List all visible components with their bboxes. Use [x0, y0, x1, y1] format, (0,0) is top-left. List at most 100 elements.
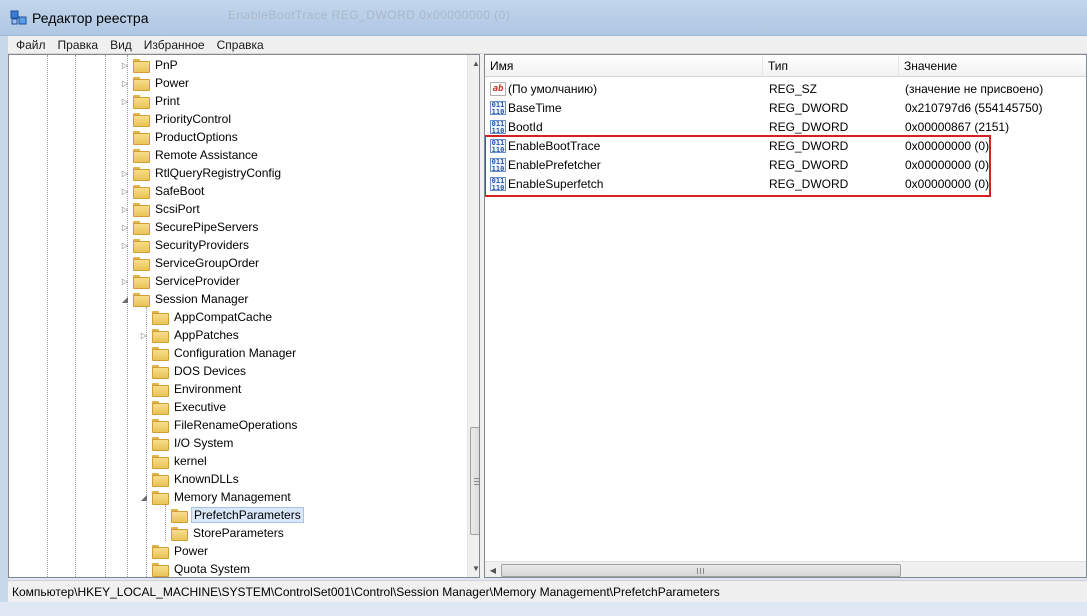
folder-icon	[133, 59, 150, 73]
tree-node[interactable]: ▷ SecurityProviders	[119, 236, 251, 254]
expand-arrow-icon[interactable]: ▷	[119, 205, 131, 214]
tree-node[interactable]: ▷ SecurePipeServers	[119, 218, 260, 236]
tree-node[interactable]: DOS Devices	[138, 362, 248, 380]
value-name: BaseTime	[508, 100, 562, 115]
tree-node[interactable]: kernel	[138, 452, 209, 470]
tree-node[interactable]: ◢ Session Manager	[119, 290, 250, 308]
value-row[interactable]: 011 110 EnablePrefetcher REG_DWORD 0x0000000…	[485, 155, 1086, 174]
value-row[interactable]: ab (По умолчанию) REG_SZ (значение не присв…	[485, 79, 1086, 98]
folder-icon	[152, 401, 169, 415]
tree-node[interactable]: ▷ ServiceProvider	[119, 272, 242, 290]
folder-icon	[133, 167, 150, 181]
scroll-up-icon[interactable]: ▲	[468, 55, 479, 72]
tree-node[interactable]: ▷ Print	[119, 92, 182, 110]
column-name[interactable]: Имя	[485, 55, 763, 77]
menu-help[interactable]: Справка	[211, 38, 270, 52]
tree-node[interactable]: ▷ AppPatches	[138, 326, 241, 344]
tree-node[interactable]: ▷ ScsiPort	[119, 200, 202, 218]
tree-node[interactable]: Quota System	[138, 560, 252, 577]
tree-scroll-thumb[interactable]	[470, 427, 479, 535]
tree-guide-line	[75, 55, 76, 577]
tree-node-label: Executive	[174, 400, 227, 414]
column-value[interactable]: Значение	[899, 55, 1086, 77]
collapse-arrow-icon[interactable]: ◢	[138, 493, 150, 502]
tree-node[interactable]: ServiceGroupOrder	[119, 254, 261, 272]
collapse-arrow-icon[interactable]: ◢	[119, 295, 131, 304]
value-data: 0x210797d6 (554145750)	[905, 100, 1043, 115]
value-type: REG_DWORD	[769, 138, 849, 153]
tree-node[interactable]: Power	[138, 542, 210, 560]
folder-icon	[152, 329, 169, 343]
column-type[interactable]: Тип	[763, 55, 899, 77]
folder-icon	[133, 131, 150, 145]
tree-node[interactable]: ProductOptions	[119, 128, 240, 146]
folder-icon	[152, 311, 169, 325]
tree-node-label: I/O System	[174, 436, 234, 450]
list-horizontal-scrollbar[interactable]: ◀	[485, 561, 1086, 577]
value-row[interactable]: 011 110 EnableBootTrace REG_DWORD 0x00000000…	[485, 136, 1086, 155]
tree-node[interactable]: ▷ Power	[119, 74, 191, 92]
dword-value-icon: 011 110	[490, 157, 506, 172]
tree-node-label: ServiceProvider	[155, 274, 240, 288]
desktop-strip-bottom	[0, 602, 1087, 616]
tree-node[interactable]: PrefetchParameters	[157, 506, 304, 524]
value-name: EnablePrefetcher	[508, 157, 601, 172]
window-title: Редактор реестра	[32, 10, 149, 26]
menu-file[interactable]: Файл	[10, 38, 52, 52]
expand-arrow-icon[interactable]: ▷	[119, 169, 131, 178]
title-bar[interactable]: Редактор реестра EnableBootTrace REG_DWO…	[0, 0, 1087, 36]
tree-node[interactable]: ▷ PnP	[119, 56, 180, 74]
tree-node[interactable]: ◢ Memory Management	[138, 488, 293, 506]
scroll-left-icon[interactable]: ◀	[485, 562, 501, 577]
tree-node-label: StoreParameters	[193, 526, 284, 540]
value-type: REG_DWORD	[769, 100, 849, 115]
menu-edit[interactable]: Правка	[52, 38, 105, 52]
menu-bar: Файл Правка Вид Избранное Справка	[8, 36, 1087, 54]
values-list[interactable]: Имя Тип Значение ◀ ab (По умолчанию) REG_S…	[484, 54, 1087, 578]
tree-node[interactable]: Configuration Manager	[138, 344, 298, 362]
tree-node[interactable]: StoreParameters	[157, 524, 286, 542]
expand-arrow-icon[interactable]: ▷	[138, 331, 150, 340]
list-scroll-thumb[interactable]	[501, 564, 901, 577]
expand-arrow-icon[interactable]: ▷	[119, 241, 131, 250]
registry-tree[interactable]: ▲ ▼ ▷ PnP ▷ Power ▷ Print PriorityControl Produ…	[8, 54, 480, 578]
folder-icon	[133, 275, 150, 289]
expand-arrow-icon[interactable]: ▷	[119, 223, 131, 232]
value-row[interactable]: 011 110 BootId REG_DWORD 0x00000867 (2151)	[485, 117, 1086, 136]
menu-view[interactable]: Вид	[104, 38, 138, 52]
tree-node[interactable]: KnownDLLs	[138, 470, 241, 488]
tree-node[interactable]: PriorityControl	[119, 110, 233, 128]
string-value-icon: ab	[490, 81, 506, 96]
folder-icon	[152, 563, 169, 577]
expand-arrow-icon[interactable]: ▷	[119, 187, 131, 196]
value-row[interactable]: 011 110 BaseTime REG_DWORD 0x210797d6 (55414…	[485, 98, 1086, 117]
tree-guide-line	[47, 55, 48, 577]
menu-favorites[interactable]: Избранное	[138, 38, 211, 52]
value-row[interactable]: 011 110 EnableSuperfetch REG_DWORD 0x0000000…	[485, 174, 1086, 193]
value-name: (По умолчанию)	[508, 81, 598, 96]
tree-node[interactable]: ▷ SafeBoot	[119, 182, 206, 200]
scroll-down-icon[interactable]: ▼	[468, 560, 479, 577]
folder-icon	[152, 347, 169, 361]
folder-icon	[133, 203, 150, 217]
expand-arrow-icon[interactable]: ▷	[119, 97, 131, 106]
tree-vertical-scrollbar[interactable]: ▲ ▼	[467, 55, 479, 577]
tree-node[interactable]: AppCompatCache	[138, 308, 274, 326]
tree-node[interactable]: Environment	[138, 380, 243, 398]
folder-icon	[152, 365, 169, 379]
tree-node-label: PriorityControl	[155, 112, 232, 126]
tree-node-label: FileRenameOperations	[174, 418, 298, 432]
value-data: 0x00000867 (2151)	[905, 119, 1010, 134]
expand-arrow-icon[interactable]: ▷	[119, 79, 131, 88]
tree-node[interactable]: Remote Assistance	[119, 146, 260, 164]
value-data: 0x00000000 (0)	[905, 157, 990, 172]
folder-icon	[133, 77, 150, 91]
folder-icon	[133, 293, 150, 307]
tree-node[interactable]: FileRenameOperations	[138, 416, 299, 434]
tree-node[interactable]: I/O System	[138, 434, 235, 452]
folder-icon	[152, 455, 169, 469]
expand-arrow-icon[interactable]: ▷	[119, 277, 131, 286]
tree-node[interactable]: ▷ RtlQueryRegistryConfig	[119, 164, 283, 182]
expand-arrow-icon[interactable]: ▷	[119, 61, 131, 70]
tree-node[interactable]: Executive	[138, 398, 228, 416]
